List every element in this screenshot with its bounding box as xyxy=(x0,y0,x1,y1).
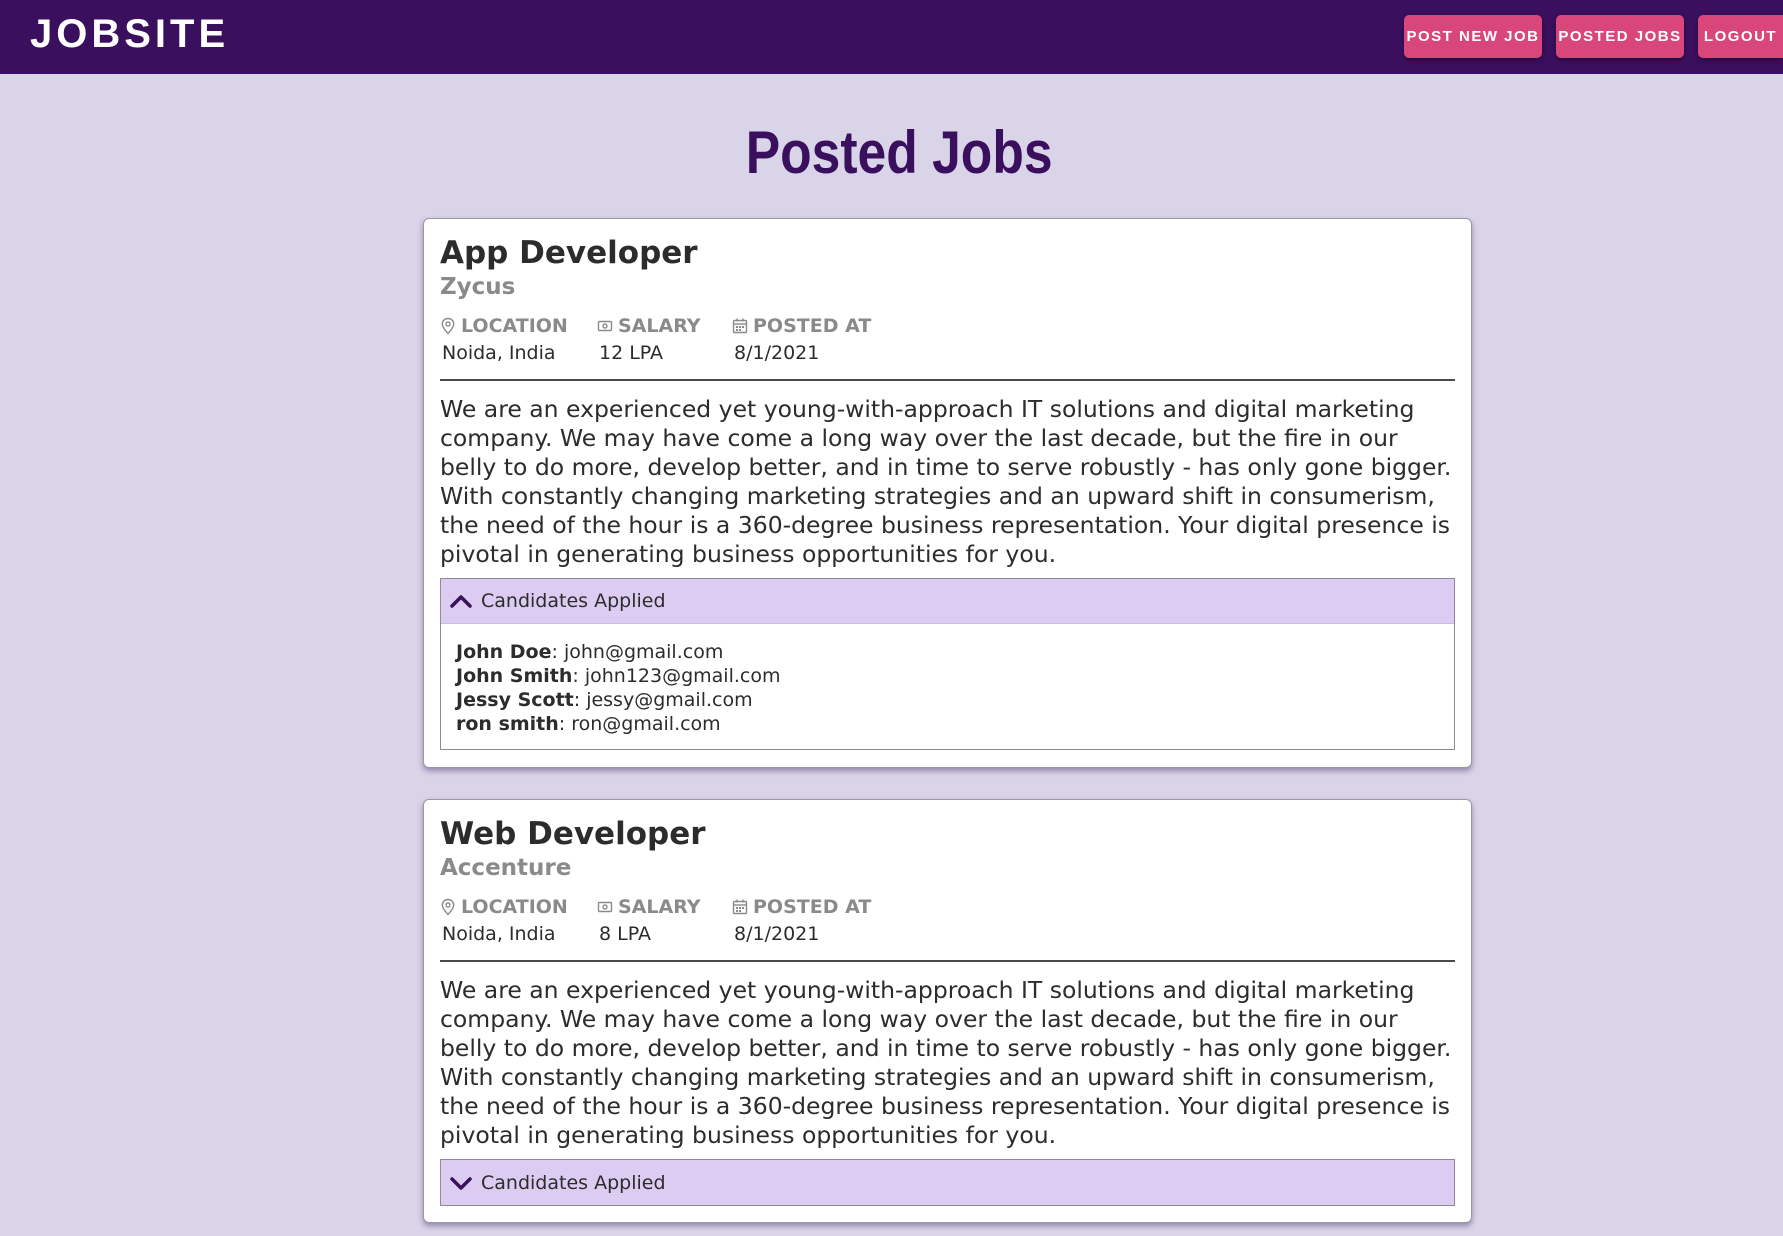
salary-value: 12 LPA xyxy=(599,342,664,364)
job-description: We are an experienced yet young-with-app… xyxy=(440,976,1452,1149)
candidate-email: : john@gmail.com xyxy=(551,641,724,663)
job-title: Web Developer xyxy=(440,816,706,852)
posted-at-value: 8/1/2021 xyxy=(734,342,820,364)
job-card: Web Developer Accenture LOCATION Noida, … xyxy=(423,799,1472,1223)
location-meta: LOCATION Noida, India xyxy=(440,315,568,364)
candidates-accordion: Candidates Applied xyxy=(440,1159,1455,1206)
post-new-job-button[interactable]: POST NEW JOB xyxy=(1404,15,1542,58)
job-description: We are an experienced yet young-with-app… xyxy=(440,395,1452,568)
company-name: Accenture xyxy=(440,855,572,881)
candidate-email: : ron@gmail.com xyxy=(558,713,721,735)
salary-label: SALARY xyxy=(618,315,701,337)
salary-value: 8 LPA xyxy=(599,923,651,945)
salary-meta: SALARY 12 LPA xyxy=(597,315,701,364)
brand-logo[interactable]: JOBSITE xyxy=(30,12,229,57)
location-value: Noida, India xyxy=(442,342,556,364)
candidate-email: : john123@gmail.com xyxy=(572,665,781,687)
location-value: Noida, India xyxy=(442,923,556,945)
navbar: JOBSITE POST NEW JOB POSTED JOBS LOGOUT xyxy=(0,0,1783,74)
salary-label-row: SALARY xyxy=(597,315,701,337)
divider xyxy=(440,379,1455,381)
location-meta: LOCATION Noida, India xyxy=(440,896,568,945)
money-icon xyxy=(597,320,613,332)
candidates-list: John Doe: john@gmail.com John Smith: joh… xyxy=(441,624,1454,736)
calendar-icon xyxy=(732,318,748,334)
candidate-name: John Smith xyxy=(456,665,573,687)
chevron-up-icon xyxy=(450,595,472,608)
salary-meta: SALARY 8 LPA xyxy=(597,896,701,945)
calendar-icon xyxy=(732,899,748,915)
salary-label-row: SALARY xyxy=(597,896,701,918)
location-pin-icon xyxy=(441,898,455,916)
posted-at-label: POSTED AT xyxy=(753,896,872,918)
location-label: LOCATION xyxy=(461,315,568,337)
job-title: App Developer xyxy=(440,235,698,271)
list-item: John Doe: john@gmail.com xyxy=(456,640,1439,664)
posted-at-label: POSTED AT xyxy=(753,315,872,337)
candidates-applied-label: Candidates Applied xyxy=(481,1171,666,1194)
chevron-down-icon xyxy=(450,1176,472,1190)
location-label-row: LOCATION xyxy=(440,896,568,918)
posted-at-meta: POSTED AT 8/1/2021 xyxy=(732,315,871,364)
location-pin-icon xyxy=(441,317,455,335)
posted-at-value: 8/1/2021 xyxy=(734,923,820,945)
candidates-accordion-toggle[interactable]: Candidates Applied xyxy=(441,579,1454,624)
candidate-email: : jessy@gmail.com xyxy=(573,689,753,711)
logout-button[interactable]: LOGOUT xyxy=(1698,15,1783,58)
job-card: App Developer Zycus LOCATION Noida, Indi… xyxy=(423,218,1472,768)
candidates-accordion-toggle[interactable]: Candidates Applied xyxy=(441,1160,1454,1205)
list-item: ron smith: ron@gmail.com xyxy=(456,712,1439,736)
posted-jobs-button[interactable]: POSTED JOBS xyxy=(1556,15,1684,58)
company-name: Zycus xyxy=(440,274,516,300)
candidates-accordion: Candidates Applied John Doe: john@gmail.… xyxy=(440,578,1455,750)
candidate-name: ron smith xyxy=(456,713,559,735)
posted-at-label-row: POSTED AT xyxy=(732,896,871,918)
list-item: John Smith: john123@gmail.com xyxy=(456,664,1439,688)
posted-at-label-row: POSTED AT xyxy=(732,315,871,337)
salary-label: SALARY xyxy=(618,896,701,918)
candidates-applied-label: Candidates Applied xyxy=(481,590,666,612)
candidate-name: John Doe xyxy=(456,641,552,663)
page-title: Posted Jobs xyxy=(745,119,1053,186)
location-label-row: LOCATION xyxy=(440,315,568,337)
location-label: LOCATION xyxy=(461,896,568,918)
divider xyxy=(440,960,1455,962)
candidate-name: Jessy Scott xyxy=(456,689,574,711)
list-item: Jessy Scott: jessy@gmail.com xyxy=(456,688,1439,712)
posted-at-meta: POSTED AT 8/1/2021 xyxy=(732,896,871,945)
money-icon xyxy=(597,901,613,913)
